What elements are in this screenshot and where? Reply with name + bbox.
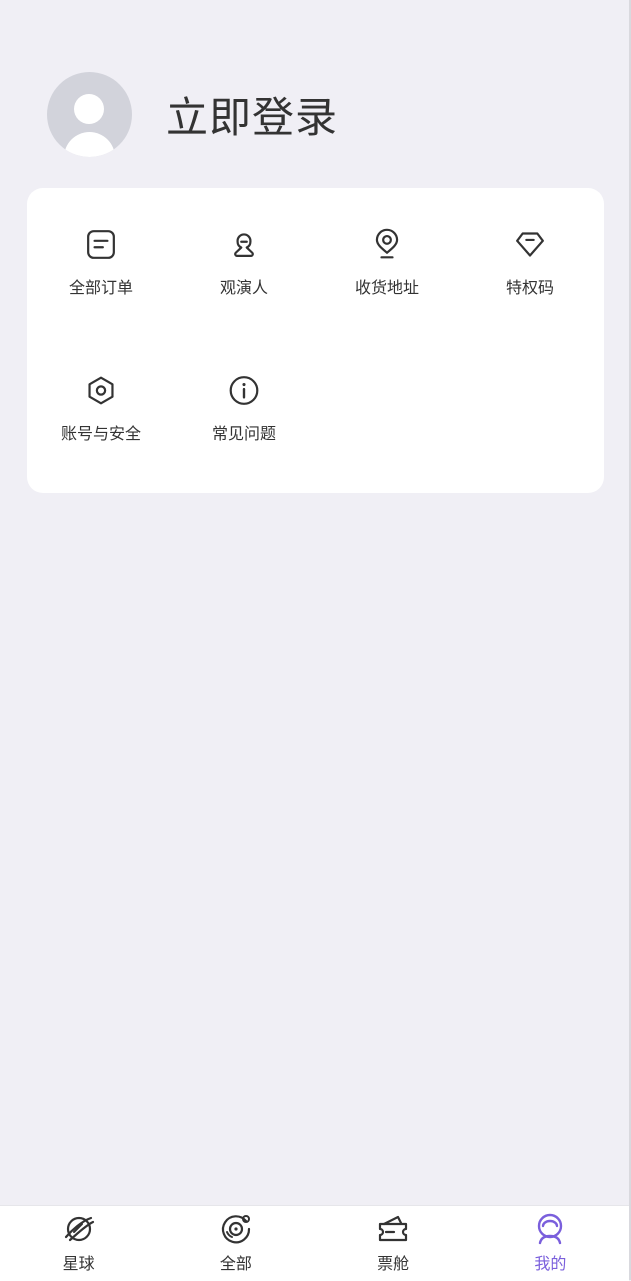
all-disc-icon: [221, 1215, 250, 1244]
tab-label: 票舱: [377, 1254, 410, 1273]
diamond-icon: [516, 232, 544, 257]
location-pin-icon: [375, 228, 399, 259]
menu-item-label: 观演人: [219, 278, 268, 297]
menu-item-label: 特权码: [505, 278, 554, 297]
menu-item-orders[interactable]: 全部订单: [29, 188, 173, 298]
bottom-tab-bar: 星球 全部 票舱 我的: [0, 1205, 629, 1281]
login-link[interactable]: 立即登录: [166, 84, 338, 145]
tab-all[interactable]: 全部: [157, 1206, 314, 1281]
tab-label: 全部: [219, 1254, 252, 1273]
tab-mine[interactable]: 我的: [472, 1206, 629, 1281]
hexagon-nut-icon: [88, 376, 114, 405]
person-icon: [234, 233, 254, 257]
ticket-cabin-icon: [379, 1215, 408, 1242]
menu-item-label: 全部订单: [68, 278, 133, 297]
profile-header: 立即登录: [47, 72, 338, 157]
menu-card: 全部订单 观演人 收货地址 特权码 账号与安全 常见问题: [27, 188, 604, 493]
info-icon: [229, 376, 259, 405]
menu-item-address[interactable]: 收货地址: [315, 188, 459, 298]
order-list-icon: [87, 230, 115, 259]
menu-item-viewers[interactable]: 观演人: [172, 188, 316, 298]
menu-item-account-security[interactable]: 账号与安全: [29, 334, 173, 444]
menu-item-label: 账号与安全: [60, 424, 141, 443]
menu-item-label: 收货地址: [354, 278, 419, 297]
avatar-body: [64, 132, 115, 157]
tab-label: 我的: [534, 1254, 567, 1273]
avatar-head: [74, 94, 104, 124]
tab-label: 星球: [62, 1254, 95, 1273]
menu-item-faq[interactable]: 常见问题: [172, 334, 316, 444]
menu-item-privilege-code[interactable]: 特权码: [458, 188, 602, 298]
avatar[interactable]: [47, 72, 132, 157]
menu-item-label: 常见问题: [211, 424, 276, 443]
tab-ticket-cabin[interactable]: 票舱: [315, 1206, 472, 1281]
profile-icon: [538, 1213, 563, 1245]
tab-planet[interactable]: 星球: [0, 1206, 157, 1281]
planet-icon: [64, 1216, 94, 1242]
